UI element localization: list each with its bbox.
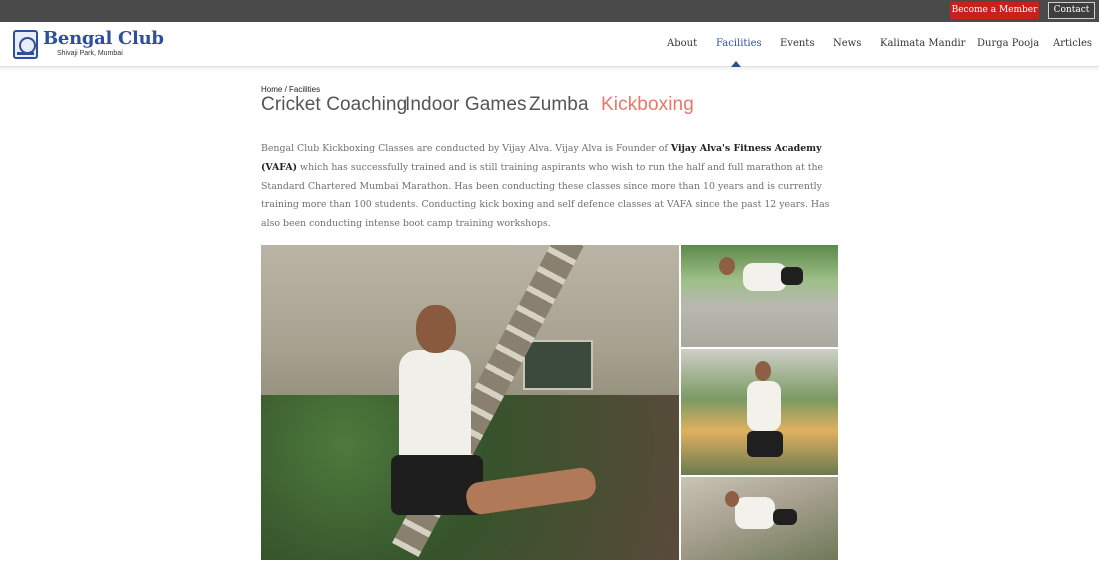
nav-item-about[interactable]: About	[667, 38, 697, 49]
logo-subtitle: Shivaji Park, Mumbai	[57, 50, 123, 57]
site-header: Bengal Club Shivaji Park, Mumbai About F…	[0, 22, 1099, 67]
nav-item-durga-pooja[interactable]: Durga Pooja	[977, 38, 1039, 49]
tab-zumba[interactable]: Zumba	[529, 94, 589, 116]
breadcrumb-separator: /	[282, 85, 290, 94]
kickboxing-description: Bengal Club Kickboxing Classes are condu…	[261, 140, 841, 234]
pushup-photo	[681, 245, 838, 347]
main-training-photo	[261, 245, 679, 560]
tab-cricket-coaching[interactable]: Cricket Coaching	[261, 94, 407, 116]
contact-button[interactable]: Contact	[1048, 2, 1095, 19]
stairs-photo	[681, 349, 838, 475]
club-logo-icon[interactable]	[13, 30, 38, 59]
logo-title[interactable]: Bengal Club	[43, 28, 164, 49]
nav-item-articles[interactable]: Articles	[1053, 38, 1092, 49]
breadcrumb: Home / Facilities	[261, 85, 320, 94]
breadcrumb-current: Facilities	[289, 85, 321, 94]
active-nav-indicator	[731, 61, 741, 67]
nav-item-news[interactable]: News	[833, 38, 861, 49]
become-member-button[interactable]: Become a Member	[950, 2, 1039, 19]
tab-indoor-games[interactable]: Indoor Games	[405, 94, 527, 116]
tab-kickboxing[interactable]: Kickboxing	[601, 94, 694, 116]
burpee-photo	[681, 477, 838, 560]
description-part-2: which has successfully trained and is st…	[261, 161, 830, 230]
top-utility-bar: Become a Member Contact	[0, 0, 1099, 22]
nav-item-facilities[interactable]: Facilities	[716, 38, 762, 49]
nav-item-events[interactable]: Events	[780, 38, 814, 49]
kickboxing-photo-collage	[261, 245, 838, 560]
nav-item-kalimata-mandir[interactable]: Kalimata Mandir	[880, 38, 965, 49]
breadcrumb-home-link[interactable]: Home	[261, 85, 282, 94]
description-part-1: Bengal Club Kickboxing Classes are condu…	[261, 143, 671, 154]
